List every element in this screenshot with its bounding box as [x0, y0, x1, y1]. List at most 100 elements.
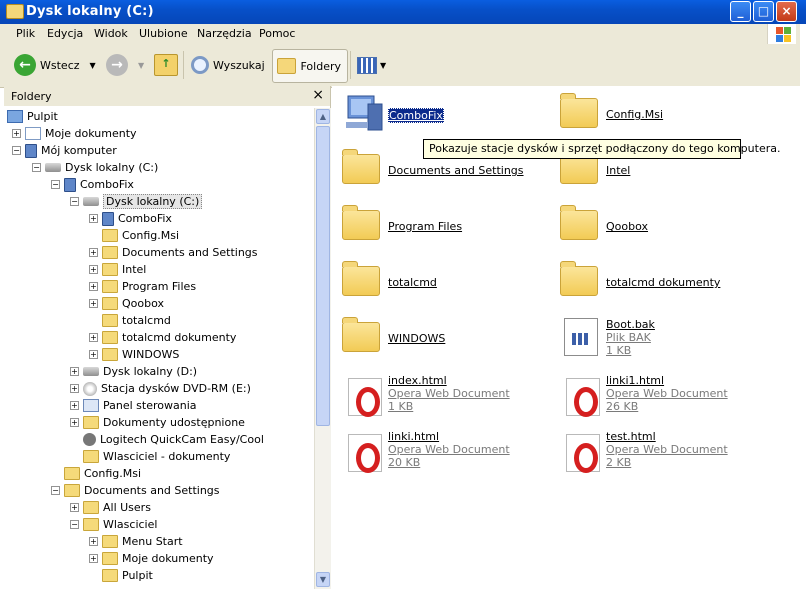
expand-icon[interactable]: + [70, 503, 79, 512]
menu-edycja[interactable]: Edycja [47, 27, 83, 40]
tree-item-wlasciciel-dokumenty[interactable]: Wlasciciel - dokumenty [70, 448, 230, 465]
tree-item-panel-sterowania[interactable]: + Panel sterowania [70, 397, 197, 414]
expand-icon[interactable]: + [89, 282, 98, 291]
file-item-linki1-html[interactable]: linki1.html Opera Web Document 26 KB [558, 374, 728, 417]
tree-label: Documents and Settings [84, 484, 220, 497]
expand-icon[interactable]: + [89, 299, 98, 308]
maximize-button[interactable]: □ [753, 1, 774, 22]
up-folder-button[interactable]: ↑ [154, 49, 178, 81]
tree-item-intel[interactable]: + Intel [89, 261, 146, 278]
tree-label: Dysk lokalny (C:) [65, 161, 159, 174]
tree-item-config-msi[interactable]: Config.Msi [51, 465, 141, 482]
file-item-totalcmd[interactable]: totalcmd [340, 258, 437, 298]
tree-item-qoobox[interactable]: + Qoobox [89, 295, 164, 312]
collapse-icon[interactable]: − [51, 486, 60, 495]
file-item-windows[interactable]: WINDOWS [340, 314, 445, 354]
scroll-thumb[interactable] [316, 126, 330, 426]
close-pane-icon[interactable]: × [312, 87, 324, 103]
collapse-icon[interactable]: − [51, 180, 60, 189]
tree-item-documents-and-settings[interactable]: + Documents and Settings [89, 244, 258, 261]
folders-pane-title: Foldery [11, 90, 52, 103]
expand-icon[interactable]: + [70, 401, 79, 410]
file-item-combofix[interactable]: ComboFix [340, 90, 444, 131]
expand-icon[interactable]: + [12, 129, 21, 138]
tree-label: Mój komputer [41, 144, 117, 157]
file-item-totalcmd-dokumenty[interactable]: totalcmd dokumenty [558, 258, 720, 298]
scroll-down-icon[interactable]: ▼ [316, 572, 330, 587]
tree-item-moje-dokumenty[interactable]: + Moje dokumenty [89, 550, 214, 567]
expand-icon[interactable]: + [70, 418, 79, 427]
tree-label: WINDOWS [122, 348, 180, 361]
tree-scrollbar[interactable]: ▲ ▼ [314, 108, 331, 589]
expand-icon[interactable]: + [89, 265, 98, 274]
back-dropdown-icon[interactable]: ▼ [90, 61, 96, 70]
file-item-program-files[interactable]: Program Files [340, 202, 462, 242]
desktop-icon [7, 110, 23, 123]
folder-icon [64, 484, 80, 497]
tree-item-logitech[interactable]: Logitech QuickCam Easy/Cool [70, 431, 264, 448]
tree-item-windows[interactable]: + WINDOWS [89, 346, 179, 363]
tree-item-documents-and-settings[interactable]: − Documents and Settings [51, 482, 220, 499]
tree-item-program-files[interactable]: + Program Files [89, 278, 196, 295]
tree-item-dvd-e[interactable]: + Stacja dysków DVD-RM (E:) [70, 380, 251, 397]
tree-item-menu-start[interactable]: + Menu Start [89, 533, 183, 550]
tree-item-all-users[interactable]: + All Users [70, 499, 151, 516]
file-item-qoobox[interactable]: Qoobox [558, 202, 648, 242]
expand-icon[interactable]: + [89, 214, 98, 223]
tree-item-dysk-d[interactable]: + Dysk lokalny (D:) [70, 363, 197, 380]
expand-icon[interactable]: + [89, 537, 98, 546]
minimize-button[interactable]: _ [730, 1, 751, 22]
tree-item-moj-komputer[interactable]: − Mój komputer [12, 142, 117, 159]
back-button[interactable]: ← Wstecz ▼ [14, 49, 96, 81]
file-name: WINDOWS [388, 332, 446, 345]
collapse-icon[interactable]: − [32, 163, 41, 172]
file-item-linki-html[interactable]: linki.html Opera Web Document 20 KB [340, 430, 510, 473]
window-border [800, 24, 806, 589]
file-item-config-msi[interactable]: Config.Msi [558, 90, 663, 130]
folder-icon [342, 205, 380, 240]
tree-item-dokumenty-udostepnione[interactable]: + Dokumenty udostępnione [70, 414, 245, 431]
file-item-boot-bak[interactable]: Boot.bak Plik BAK 1 KB [558, 318, 655, 358]
tree-label: Wlasciciel [103, 518, 158, 531]
forward-button[interactable]: → ▼ [106, 49, 144, 81]
expand-icon[interactable]: + [89, 350, 98, 359]
bak-file-icon [564, 318, 598, 356]
tree-item-moje-dokumenty[interactable]: + Moje dokumenty [12, 125, 137, 142]
folders-button[interactable]: Foldery [272, 49, 348, 83]
tree-item-dysk-c-selected[interactable]: − Dysk lokalny (C:) [70, 193, 203, 210]
expand-icon[interactable]: + [70, 384, 79, 393]
expand-icon[interactable]: + [89, 554, 98, 563]
tree-label: Wlasciciel - dokumenty [103, 450, 231, 463]
forward-dropdown-icon[interactable]: ▼ [138, 61, 144, 70]
title-bar: Dysk lokalny (C:) _ □ × [0, 0, 806, 24]
expand-icon[interactable]: + [89, 248, 98, 257]
file-item-index-html[interactable]: index.html Opera Web Document 1 KB [340, 374, 510, 417]
tree-item-pulpit[interactable]: Pulpit [89, 567, 153, 584]
tree-item-totalcmd[interactable]: totalcmd [89, 312, 171, 329]
search-button[interactable]: Wyszukaj [191, 49, 265, 81]
expand-icon[interactable]: + [70, 367, 79, 376]
tree-item-wlasciciel[interactable]: − Wlasciciel [70, 516, 157, 533]
tree-item-combofix[interactable]: + ComboFix [89, 210, 172, 227]
scroll-up-icon[interactable]: ▲ [316, 109, 330, 124]
menu-pomoc[interactable]: Pomoc [259, 27, 295, 40]
menu-narzedzia[interactable]: Narzędzia [197, 27, 252, 40]
menu-ulubione[interactable]: Ulubione [139, 27, 188, 40]
close-button[interactable]: × [776, 1, 797, 22]
tree-item-totalcmd-dokumenty[interactable]: + totalcmd dokumenty [89, 329, 236, 346]
views-button[interactable]: ▼ [357, 49, 386, 81]
collapse-icon[interactable]: − [12, 146, 21, 155]
menu-plik[interactable]: Plik [16, 27, 35, 40]
tree-item-pulpit[interactable]: Pulpit [7, 108, 58, 125]
folder-icon [560, 93, 598, 128]
tree-item-config-msi[interactable]: Config.Msi [89, 227, 179, 244]
expand-icon[interactable]: + [89, 333, 98, 342]
tree-item-dysk-c[interactable]: − Dysk lokalny (C:) [32, 159, 158, 176]
collapse-icon[interactable]: − [70, 520, 79, 529]
tree-item-combofix[interactable]: − ComboFix [51, 176, 134, 193]
folder-icon [102, 552, 118, 565]
menu-widok[interactable]: Widok [94, 27, 128, 40]
collapse-icon[interactable]: − [70, 197, 79, 206]
file-item-test-html[interactable]: test.html Opera Web Document 2 KB [558, 430, 728, 473]
views-dropdown-icon[interactable]: ▼ [380, 61, 386, 70]
